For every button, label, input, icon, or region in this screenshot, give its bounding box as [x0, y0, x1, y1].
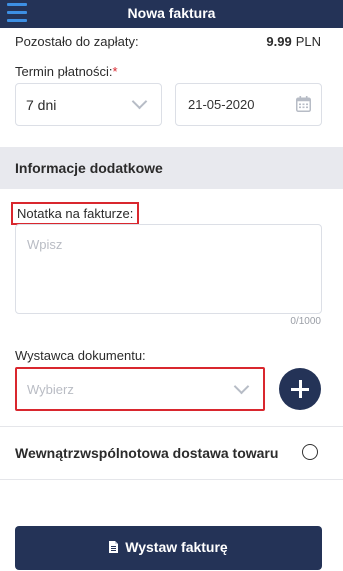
remaining-payment-currency: PLN [295, 34, 321, 49]
invoice-note-textarea[interactable]: Wpisz [15, 224, 322, 314]
document-issuer-label: Wystawca dokumentu: [15, 348, 146, 363]
intra-community-delivery-radio[interactable] [302, 444, 318, 460]
required-mark: * [112, 64, 118, 79]
divider [0, 426, 343, 427]
issue-invoice-label: Wystaw fakturę [125, 539, 228, 555]
document-icon [109, 541, 119, 553]
remaining-payment-label: Pozostało do zapłaty: [15, 34, 139, 49]
remaining-payment-amount: 9.99 [266, 34, 292, 49]
payment-term-label-text: Termin płatności: [15, 64, 113, 79]
remaining-payment-value: 9.99 PLN [266, 34, 321, 49]
calendar-icon[interactable] [296, 96, 311, 112]
issue-invoice-button[interactable]: Wystaw fakturę [15, 526, 322, 570]
top-bar: Nowa faktura [0, 0, 343, 28]
document-issuer-select[interactable]: Wybierz [15, 367, 265, 411]
invoice-note-label: Notatka na fakturze: [11, 202, 140, 225]
chevron-down-icon [131, 93, 148, 110]
payment-term-days-value: 7 dni [26, 97, 57, 113]
additional-info-section: Informacje dodatkowe [0, 147, 343, 189]
payment-date-value: 21-05-2020 [188, 97, 255, 112]
payment-term-label: Termin płatności:* [15, 64, 118, 79]
page-title: Nowa faktura [127, 5, 216, 21]
chevron-down-icon [233, 378, 250, 395]
document-issuer-placeholder: Wybierz [27, 382, 74, 397]
invoice-note-placeholder: Wpisz [27, 237, 63, 252]
add-issuer-button[interactable] [279, 368, 321, 410]
payment-term-days-select[interactable]: 7 dni [15, 83, 162, 126]
character-counter: 0/1000 [290, 316, 321, 327]
divider [0, 479, 343, 480]
intra-community-delivery-label: Wewnątrzwspólnotowa dostawa towaru [15, 445, 279, 461]
section-title: Informacje dodatkowe [15, 160, 163, 176]
payment-date-field[interactable]: 21-05-2020 [175, 83, 322, 126]
